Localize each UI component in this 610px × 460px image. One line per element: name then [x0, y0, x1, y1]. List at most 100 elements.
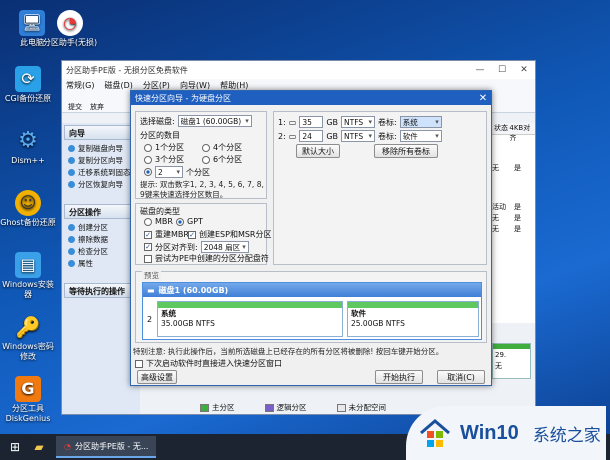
cancel-button[interactable]: 取消(C) [437, 370, 485, 384]
disk-icon: ▬ [147, 285, 155, 295]
sidebar-pending-header[interactable]: 等待执行的操作 [64, 283, 138, 298]
disk-map-mini[interactable]: 29. 无 [492, 343, 531, 379]
radio-custom-count[interactable] [144, 168, 152, 176]
filesystem-select[interactable]: NTFS [341, 116, 376, 128]
table-row[interactable]: 无是 [492, 224, 535, 235]
file-explorer-icon[interactable]: ▰ [30, 438, 48, 456]
menu-wizard[interactable]: 向导(W) [180, 80, 210, 91]
desktop-icon-partition-assistant[interactable]: ◔ 分区助手(无损) [42, 10, 98, 48]
sidebar-item-label: 创建分区 [78, 222, 108, 232]
sidebar-item-wipe[interactable]: 擦除数据 [62, 233, 140, 245]
partition-detail: 35.00GB NTFS [161, 319, 215, 328]
advanced-settings-button[interactable]: 高级设置 [137, 370, 177, 384]
primary-swatch [200, 403, 209, 412]
menu-disk[interactable]: 磁盘(D) [104, 80, 132, 91]
discard-button[interactable]: 放弃 [90, 102, 104, 112]
radio-gpt[interactable] [176, 217, 184, 226]
radio-label: 3个分区 [155, 155, 185, 164]
checkbox-label: 尝试为PE中创建的分区分配盘符 [155, 254, 269, 263]
migrate-icon [68, 168, 75, 176]
desktop-icon-windows-installer[interactable]: ▤ Windows安装器 [0, 252, 56, 300]
default-size-button[interactable]: 默认大小 [296, 144, 340, 158]
sidebar-ops-header[interactable]: 分区操作 [64, 204, 138, 219]
minimize-icon[interactable]: — [469, 65, 491, 75]
volume-label-select[interactable]: 系统 [399, 116, 442, 128]
start-button[interactable]: 开始执行 [375, 370, 423, 384]
sidebar-item-migrate-os[interactable]: 迁移系统到固态 [62, 166, 140, 178]
desktop-icon-dism[interactable]: ⚙ Dism++ [0, 128, 56, 166]
column-header[interactable]: 状态 [492, 123, 509, 134]
close-icon[interactable]: ✕ [513, 65, 535, 75]
table-cell: 是 [514, 164, 521, 172]
filesystem-select[interactable]: NTFS [341, 130, 376, 142]
windows-installer-icon: ▤ [15, 252, 41, 278]
radio-label: GPT [187, 217, 203, 226]
copy-disk-icon [68, 144, 75, 152]
disk-type-group: 磁盘的类型 MBR GPT 重建MBR 创建ESP和MSR分区 分区对齐到: 2… [135, 203, 272, 265]
column-header[interactable]: 4KB对齐 [509, 123, 535, 142]
desktop-icon-label: Dism++ [11, 156, 45, 165]
radio-4-partitions[interactable] [202, 143, 210, 152]
preview-label: 预览 [142, 270, 161, 281]
radio-3-partitions[interactable] [144, 155, 152, 164]
table-row[interactable]: 活动是 [492, 202, 535, 213]
radio-label: 1个分区 [155, 143, 185, 152]
radio-6-partitions[interactable] [202, 155, 210, 164]
checkbox-open-next-time[interactable] [135, 359, 143, 368]
close-icon[interactable]: ✕ [475, 93, 491, 104]
partition-assistant-icon: ◔ [57, 10, 83, 36]
partition-assistant-icon: ◔ [64, 441, 71, 451]
taskbar-app-label: 分区助手PE版 - 无... [74, 441, 149, 451]
sidebar-item-properties[interactable]: 属性 [62, 257, 140, 269]
remove-labels-button[interactable]: 移除所有卷标 [374, 144, 438, 158]
menu-help[interactable]: 帮助(H) [220, 80, 248, 91]
checkbox-align[interactable] [144, 243, 152, 251]
disk-preview-header: ▬ 磁盘1 (60.00GB) [143, 283, 481, 297]
dialog-titlebar: 快速分区向导 - 为硬盘分区 ✕ [131, 91, 491, 105]
desktop-icon-password[interactable]: 🔑 Windows密码修改 [0, 314, 56, 362]
commit-button[interactable]: 提交 [68, 102, 82, 112]
partition-size-input[interactable]: 24 [299, 130, 324, 142]
menu-partition[interactable]: 分区(P) [143, 80, 170, 91]
check-icon [68, 247, 75, 255]
sidebar-wizard-header[interactable]: 向导 [64, 125, 138, 140]
sidebar-item-check[interactable]: 检查分区 [62, 245, 140, 257]
table-row[interactable]: 无是 [492, 213, 535, 224]
preview-partition-system[interactable]: 系统 35.00GB NTFS [157, 301, 343, 337]
sidebar-item-label: 分区恢复向导 [78, 179, 123, 189]
checkbox-pe-assign[interactable] [144, 254, 152, 263]
logical-swatch [264, 403, 274, 412]
desktop-icon-diskgenius[interactable]: G 分区工具DiskGenius [0, 376, 56, 424]
desktop-icon-ghost[interactable]: ☺ Ghost备份还原 [0, 190, 56, 228]
watermark: Win10 系统之家 [406, 406, 606, 460]
windows-start-icon[interactable]: ⊞ [6, 438, 24, 456]
radio-mbr[interactable] [144, 217, 152, 226]
disk-select[interactable]: 磁盘1 (60.00GB) [177, 115, 252, 127]
preview-partition-software[interactable]: 软件 25.00GB NTFS [347, 301, 479, 337]
checkbox-rebuild-mbr[interactable] [144, 230, 152, 239]
disk-type-label: 磁盘的类型 [140, 207, 180, 216]
align-select[interactable]: 2048 扇区 [200, 241, 249, 253]
volume-label-select[interactable]: 软件 [399, 130, 442, 142]
sidebar-item-copy-partition[interactable]: 复制分区向导 [62, 154, 140, 166]
radio-1-partition[interactable] [144, 143, 152, 152]
taskbar-app-button[interactable]: ◔ 分区助手PE版 - 无... [56, 436, 157, 458]
radio-label: MBR [155, 217, 173, 226]
table-row[interactable]: 无是 [492, 163, 535, 174]
sidebar-item-create[interactable]: 创建分区 [62, 221, 140, 233]
unallocated-swatch [336, 403, 346, 412]
partition-count-select[interactable]: 2 [155, 166, 183, 178]
partition-size-value: 35 [302, 117, 312, 127]
desktop-icon-label: Windows密码修改 [2, 342, 54, 361]
table-cell: 活动 [492, 203, 506, 211]
sidebar-item-copy-disk[interactable]: 复制磁盘向导 [62, 142, 140, 154]
partition-size-input[interactable]: 35 [299, 116, 324, 128]
checkbox-create-esp[interactable] [188, 230, 196, 239]
sidebar-item-recovery[interactable]: 分区恢复向导 [62, 178, 140, 190]
desktop-icon-label: 分区工具DiskGenius [5, 404, 51, 423]
partition-count-unit: 个分区 [186, 167, 210, 177]
partition-detail: 25.00GB NTFS [351, 319, 405, 328]
desktop-icon-cgi[interactable]: ⟳ CGI备份还原 [0, 66, 56, 104]
menu-general[interactable]: 常规(G) [66, 80, 94, 91]
maximize-icon[interactable]: ☐ [491, 65, 513, 75]
